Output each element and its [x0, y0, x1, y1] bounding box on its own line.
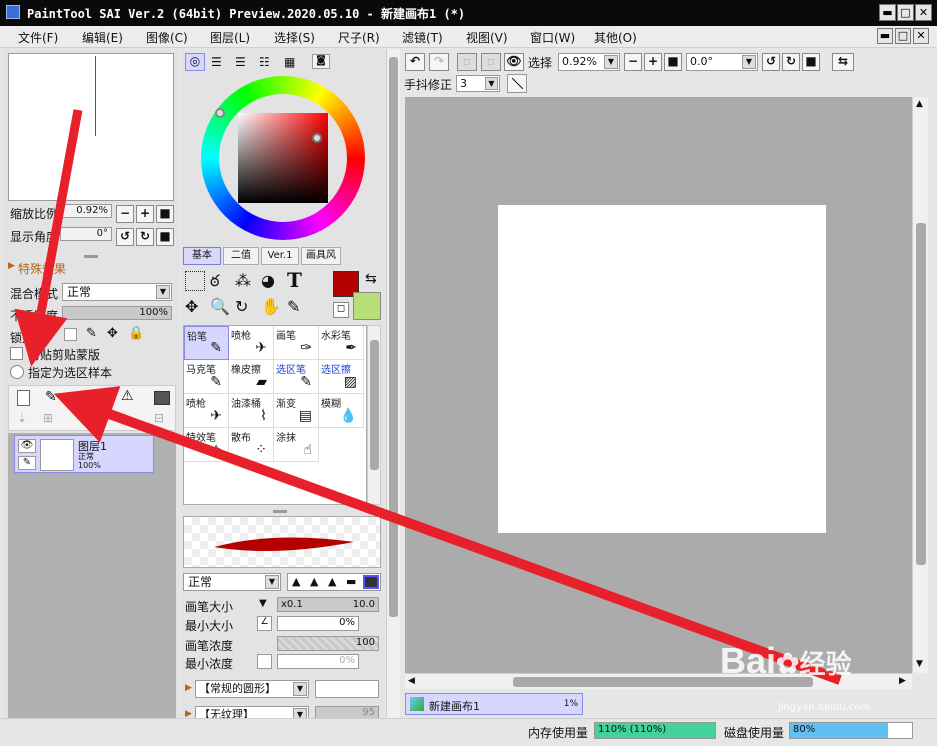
annotation-arrow-1	[14, 109, 83, 367]
paw-icon: ✿	[776, 648, 800, 679]
annotation-arrow-2	[53, 386, 842, 685]
watermark-brand: Bai	[720, 640, 777, 681]
watermark-url: jingyan.baidu.com	[778, 702, 871, 713]
watermark: Bai✿经验	[720, 640, 852, 682]
annotation-arrows	[14, 109, 842, 685]
watermark-suffix: 经验	[799, 649, 852, 679]
